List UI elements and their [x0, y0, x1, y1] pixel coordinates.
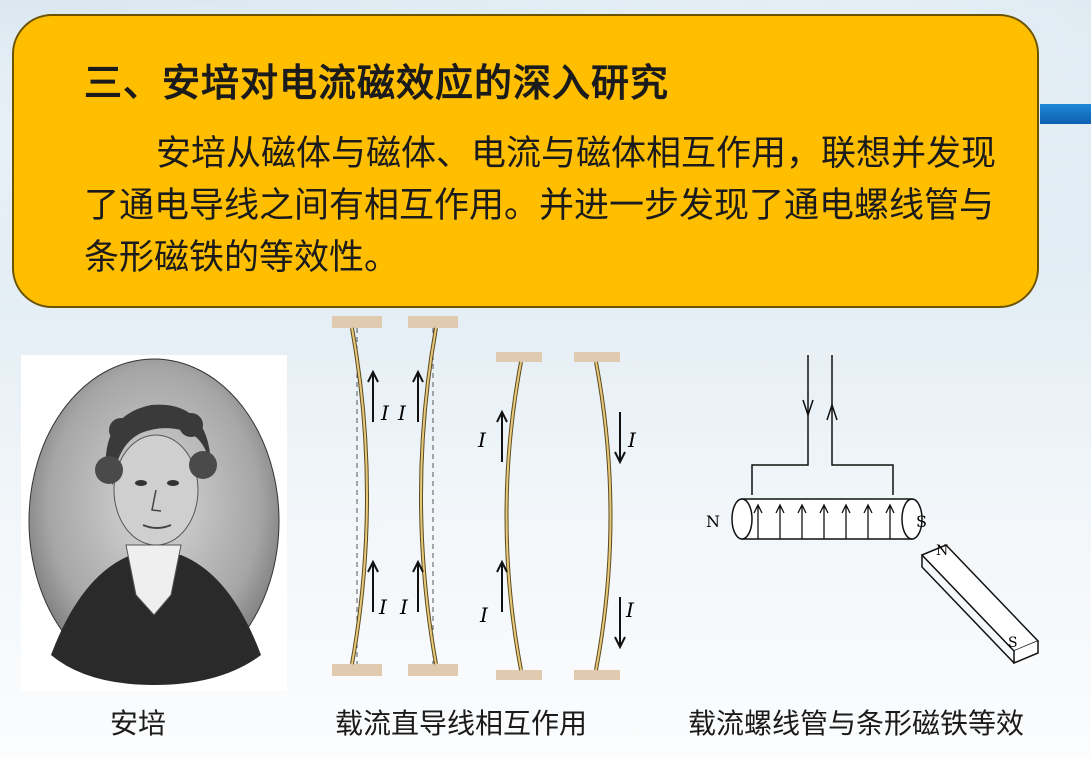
current-label: I	[380, 401, 390, 425]
solenoid-north-label: N	[706, 512, 720, 531]
current-label: I	[477, 428, 487, 452]
slide-body-text: 安培从磁体与磁体、电流与磁体相互作用，联想并发现了通电导线之间有相互作用。并进一…	[84, 134, 997, 278]
current-label: I	[479, 603, 489, 627]
slide-title: 三、安培对电流磁效应的深入研究	[84, 61, 670, 105]
support-bar	[332, 316, 382, 328]
magnet-south-label: S	[1008, 635, 1018, 651]
support-bar	[496, 352, 542, 362]
support-bar	[496, 670, 542, 680]
current-arrow	[614, 597, 626, 650]
current-label: I	[399, 595, 409, 619]
current-arrow	[412, 369, 424, 422]
current-arrow	[496, 559, 508, 612]
support-bar	[408, 664, 458, 676]
parallel-wires-figure: I I I I I I I I	[332, 316, 637, 680]
ampere-portrait	[21, 355, 287, 691]
wires-caption: 载流直导线相互作用	[335, 707, 588, 740]
lead-wire	[831, 355, 894, 495]
portrait-drawing	[28, 358, 280, 685]
solenoid: N S	[706, 355, 927, 540]
current-arrow	[367, 559, 379, 612]
current-arrow	[412, 559, 424, 612]
current-arrow	[367, 369, 379, 422]
current-label: I	[625, 598, 635, 622]
support-bar	[332, 664, 382, 676]
support-bar	[574, 352, 620, 362]
solenoid-caption: 载流螺线管与条形磁铁等效	[688, 707, 1025, 740]
portrait-caption: 安培	[110, 707, 167, 740]
magnet-north-label: N	[936, 543, 948, 559]
current-label: I	[627, 428, 637, 452]
wire-pair-same-direction: I I I I	[332, 316, 458, 676]
current-label: I	[397, 401, 407, 425]
solenoid-body	[741, 498, 913, 540]
background-accent-strip	[1040, 104, 1091, 124]
current-arrow	[614, 412, 626, 465]
solenoid-south-label: S	[916, 512, 927, 531]
lead-wire	[751, 355, 809, 495]
support-bar	[574, 670, 620, 680]
solenoid-magnet-figure: N S N S	[706, 355, 1040, 665]
wire-pair-opposite-direction: I I I I	[477, 352, 637, 680]
current-label: I	[378, 595, 388, 619]
bar-magnet: N S	[920, 543, 1040, 665]
current-arrow	[496, 409, 508, 462]
support-bar	[408, 316, 458, 328]
